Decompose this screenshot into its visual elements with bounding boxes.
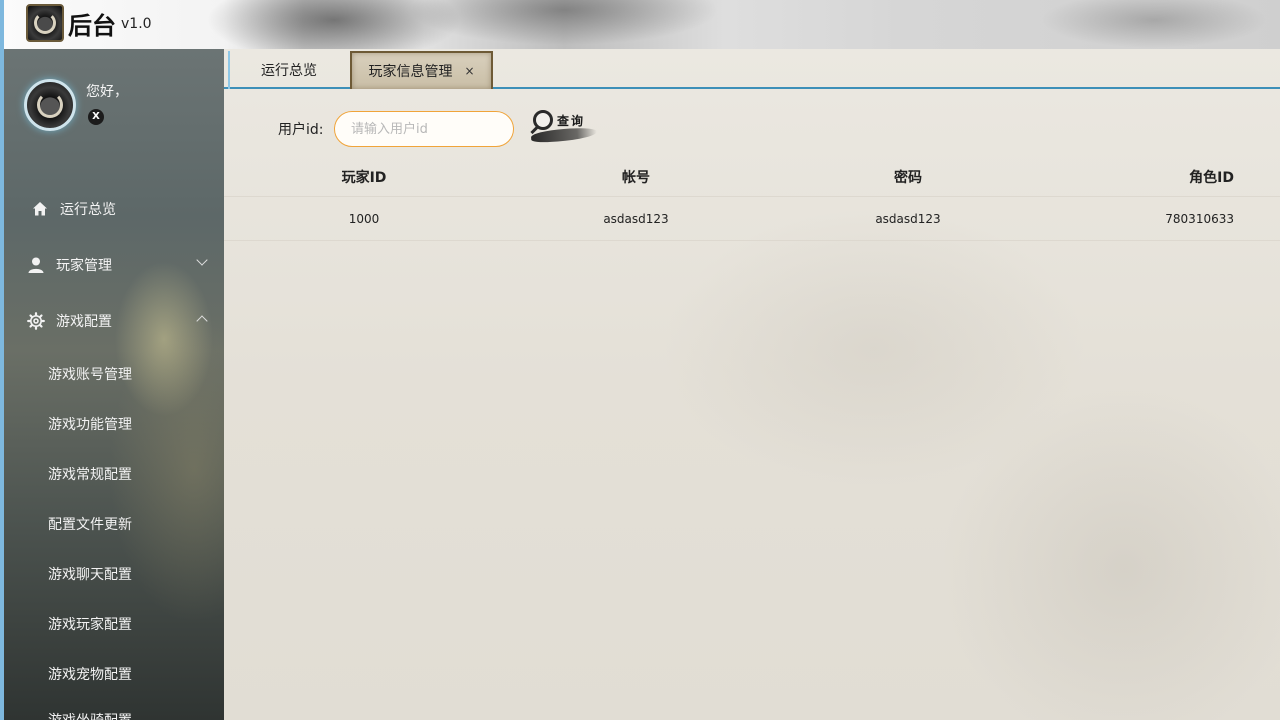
search-button-label: 查询 xyxy=(557,114,586,128)
tab-label: 玩家信息管理 xyxy=(368,64,453,80)
user-id-input[interactable] xyxy=(334,111,514,147)
sidebar-subitem-pet-config[interactable]: 游戏宠物配置 xyxy=(4,654,224,694)
sidebar-subitem-mount-config[interactable]: 游戏坐骑配置 xyxy=(4,700,224,720)
cell-role-id: 780310633 xyxy=(1165,211,1234,226)
sidebar-item-game-config[interactable]: 游戏配置 xyxy=(4,299,224,343)
home-icon xyxy=(30,199,50,219)
user-greeting: 您好， xyxy=(86,84,128,100)
sidebar-subitem-player-config[interactable]: 游戏玩家配置 xyxy=(4,604,224,644)
sidebar-item-label: 游戏配置 xyxy=(56,314,112,330)
tab-label: 运行总览 xyxy=(261,63,317,79)
cell-player-id: 1000 xyxy=(348,211,380,226)
app-header: 后台 v1.0 xyxy=(0,0,1280,49)
column-header: 玩家ID xyxy=(341,169,387,186)
search-label: 用户id: xyxy=(278,122,324,138)
cell-password: asdasd123 xyxy=(875,211,941,226)
player-table: 玩家ID 帐号 密码 角色ID 1000 asdasd123 asdasd123… xyxy=(224,157,1280,241)
sidebar-item-overview[interactable]: 运行总览 xyxy=(4,187,224,231)
sidebar: 您好， X 运行总览 玩家管理 游戏配置 游戏账号管理 游戏功能管理 游戏常规配… xyxy=(0,49,224,720)
column-header: 角色ID xyxy=(1189,169,1234,186)
column-header: 帐号 xyxy=(622,169,650,186)
sidebar-item-label: 玩家管理 xyxy=(56,258,112,274)
avatar[interactable] xyxy=(24,79,76,131)
table-header-row: 玩家ID 帐号 密码 角色ID xyxy=(224,157,1280,197)
search-button[interactable]: 查询 xyxy=(527,107,599,147)
game-emblem-icon[interactable] xyxy=(26,4,64,42)
main-content: 运行总览 玩家信息管理 × 用户id: 查询 玩家ID 帐号 密码 角色ID 1… xyxy=(224,49,1280,720)
gear-icon xyxy=(26,311,46,331)
app-version: v1.0 xyxy=(121,16,152,32)
sidebar-item-player-management[interactable]: 玩家管理 xyxy=(4,243,224,287)
table-row[interactable]: 1000 asdasd123 asdasd123 780310633 xyxy=(224,197,1280,241)
column-header: 密码 xyxy=(894,169,922,186)
tab-player-info[interactable]: 玩家信息管理 × xyxy=(350,51,493,89)
user-status-badge[interactable]: X xyxy=(88,109,104,125)
sidebar-subitem-account-management[interactable]: 游戏账号管理 xyxy=(4,354,224,394)
user-icon xyxy=(26,255,46,275)
sidebar-subitem-chat-config[interactable]: 游戏聊天配置 xyxy=(4,554,224,594)
cell-account: asdasd123 xyxy=(603,211,669,226)
sidebar-subitem-general-config[interactable]: 游戏常规配置 xyxy=(4,454,224,494)
tab-bar: 运行总览 玩家信息管理 × xyxy=(224,49,1280,89)
app-title: 后台 xyxy=(68,12,116,40)
chevron-up-icon xyxy=(196,315,208,327)
chevron-down-icon xyxy=(196,254,208,266)
sidebar-subitem-config-file-update[interactable]: 配置文件更新 xyxy=(4,504,224,544)
sidebar-item-label: 运行总览 xyxy=(60,202,116,218)
close-icon[interactable]: × xyxy=(464,64,474,78)
sidebar-subitem-feature-management[interactable]: 游戏功能管理 xyxy=(4,404,224,444)
tab-overview[interactable]: 运行总览 xyxy=(228,51,348,89)
